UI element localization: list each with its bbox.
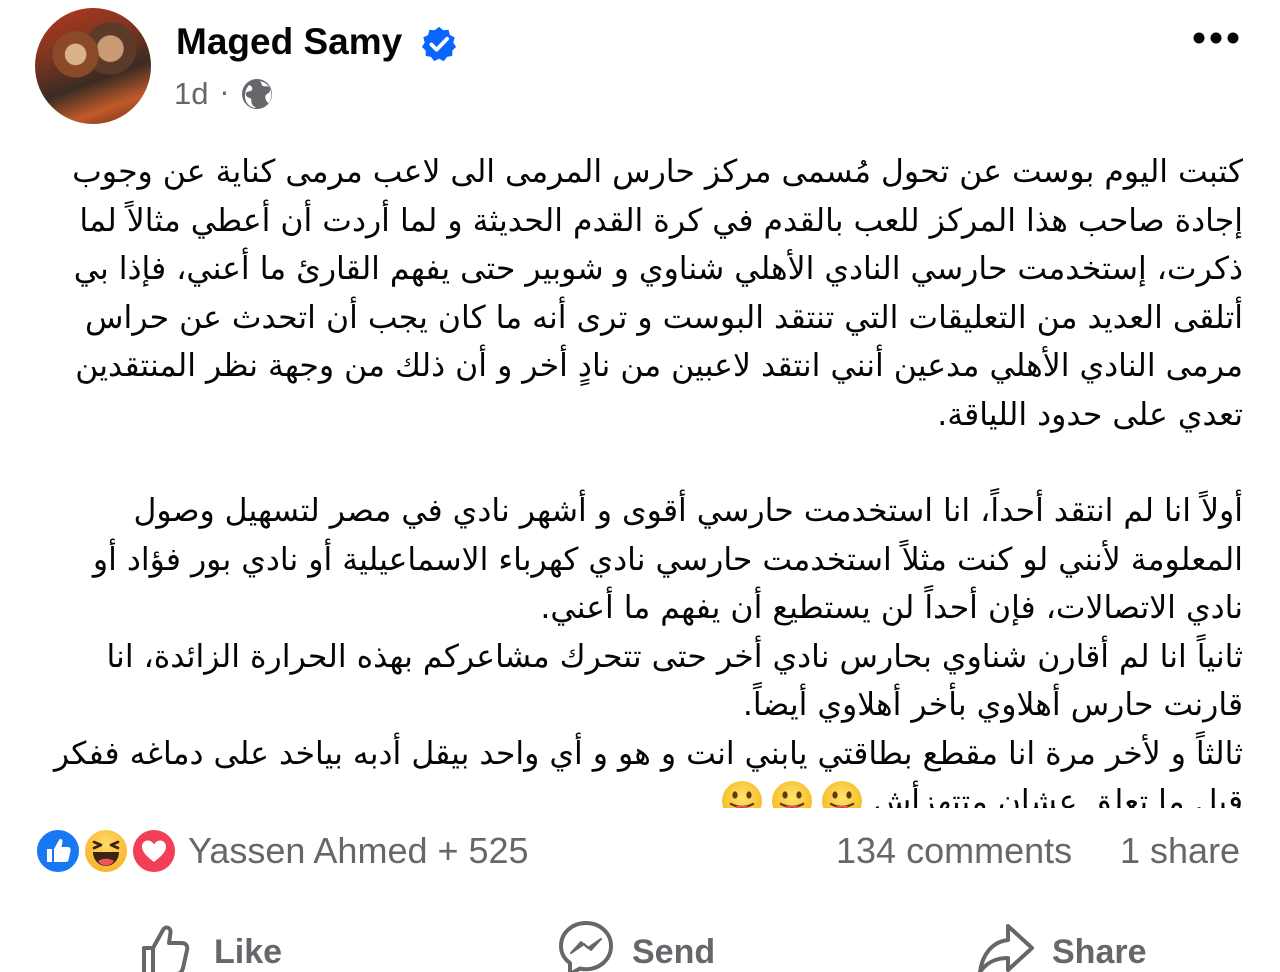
post-paragraph: أولاً انا لم انتقد أحداً، انا استخدمت حا… bbox=[92, 493, 1243, 626]
send-button[interactable]: Send bbox=[556, 918, 715, 972]
post-paragraph-text: ثالثاً و لأخر مرة انا مقطع بطاقتي يابني … bbox=[53, 735, 1243, 809]
messenger-icon bbox=[559, 921, 613, 972]
post-card: Maged Samy 1d · كتبت اليوم بوست عن تحول … bbox=[0, 0, 1280, 972]
share-arrow-icon bbox=[978, 924, 1034, 972]
like-reaction-icon bbox=[34, 827, 82, 875]
time-separator: · bbox=[220, 77, 229, 110]
post-paragraph: كتبت اليوم بوست عن تحول مُسمى مركز حارس … bbox=[72, 154, 1243, 433]
like-button[interactable]: Like bbox=[138, 918, 282, 972]
author-name[interactable]: Maged Samy bbox=[176, 18, 402, 66]
verified-badge-icon bbox=[421, 26, 457, 62]
avatar[interactable] bbox=[35, 8, 151, 124]
love-reaction-icon bbox=[130, 827, 178, 875]
share-button[interactable]: Share bbox=[976, 918, 1147, 972]
like-label: Like bbox=[214, 933, 283, 971]
post-paragraph: ثالثاً و لأخر مرة انا مقطع بطاقتي يابني … bbox=[40, 730, 1243, 809]
emoji-group bbox=[717, 779, 867, 808]
post-text: كتبت اليوم بوست عن تحول مُسمى مركز حارس … bbox=[40, 148, 1243, 808]
share-label: Share bbox=[1052, 933, 1147, 971]
globe-icon[interactable] bbox=[240, 77, 274, 111]
face-with-tongue-icon bbox=[821, 780, 862, 808]
haha-reaction-icon bbox=[82, 827, 130, 875]
face-with-tongue-icon bbox=[721, 780, 762, 808]
reactors-text[interactable]: Yassen Ahmed + 525 bbox=[188, 828, 529, 874]
send-label: Send bbox=[632, 933, 716, 971]
shares-count[interactable]: 1 share bbox=[1120, 828, 1240, 874]
reactions-summary[interactable] bbox=[34, 827, 184, 877]
face-with-tongue-icon bbox=[771, 780, 812, 808]
post-time[interactable]: 1d bbox=[174, 74, 208, 114]
more-options-icon[interactable] bbox=[1192, 28, 1240, 48]
thumbs-up-icon bbox=[142, 925, 190, 972]
post-paragraph: ثانياً انا لم أقارن شناوي بحارس نادي أخر… bbox=[106, 638, 1243, 724]
comments-count[interactable]: 134 comments bbox=[836, 828, 1072, 874]
